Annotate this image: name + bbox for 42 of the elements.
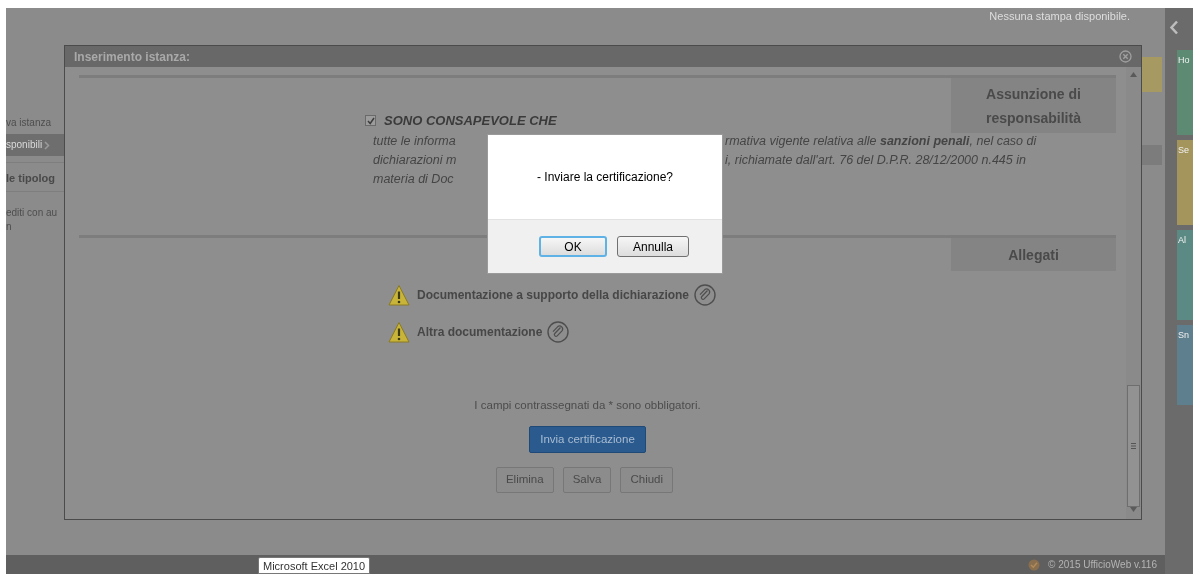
- close-icon[interactable]: [1119, 50, 1132, 63]
- action-button[interactable]: Elimina: [495, 467, 554, 493]
- checkmark-icon: [366, 116, 375, 125]
- action-button[interactable]: Chiudi: [620, 467, 674, 493]
- back-chevron-icon[interactable]: [1169, 20, 1179, 35]
- paragraph-text: materia di Doc: [373, 171, 454, 189]
- check-badge-icon: [1028, 558, 1041, 571]
- attachment-label: Altra documentazione: [417, 323, 543, 341]
- paperclip-icon[interactable]: [694, 283, 717, 306]
- tooltip: Microsoft Excel 2010: [258, 557, 371, 574]
- checkbox-label: SONO CONSAPEVOLE CHE: [384, 111, 557, 130]
- scrollbar[interactable]: [1126, 67, 1141, 519]
- section-header: Allegati: [951, 238, 1116, 271]
- menu-bar-item[interactable]: sponibili: [6, 134, 64, 156]
- tile[interactable]: Sn: [1177, 325, 1193, 405]
- warning-icon: [388, 283, 410, 306]
- paragraph-text: i, richiamate dall'art. 76 del D.P.R. 28/12/2000 n.445 in: [725, 152, 1026, 170]
- paragraph-text: dichiarazioni m: [373, 152, 457, 170]
- checkbox[interactable]: [365, 115, 376, 126]
- tile[interactable]: Ho: [1177, 50, 1193, 135]
- chevron-icon: [44, 140, 51, 150]
- paperclip-icon[interactable]: [547, 320, 570, 343]
- attachment-label: Documentazione a supporto della dichiarazione: [417, 286, 690, 304]
- dialog-button[interactable]: Annulla: [617, 236, 689, 257]
- section-header: Assunzione di responsabilità: [951, 78, 1116, 133]
- scroll-up-icon[interactable]: [1130, 72, 1137, 77]
- paragraph-text: tutte le informa: [373, 133, 456, 151]
- warning-icon: [388, 320, 410, 343]
- dialog-button[interactable]: OK: [539, 236, 607, 257]
- tile[interactable]: Se: [1177, 140, 1193, 225]
- action-button[interactable]: Salva: [562, 467, 612, 493]
- print-status: Nessuna stampa disponibile.: [989, 9, 1130, 24]
- menu-link[interactable]: va istanza: [6, 112, 64, 134]
- send-button[interactable]: Invia certificazione: [529, 426, 646, 453]
- modal-title: Inserimento istanza:: [74, 48, 191, 66]
- copyright-text: © 2015 UfficioWeb v.116: [1048, 558, 1157, 572]
- scroll-thumb[interactable]: [1127, 385, 1140, 507]
- confirm-message: - Inviare la certificazione?: [536, 169, 674, 186]
- paragraph-text: rmativa vigente relativa alle sanzioni penali, nel caso di: [725, 133, 1037, 151]
- grip-icon: [1131, 443, 1136, 449]
- background-tile: [1140, 57, 1162, 92]
- tile[interactable]: Al: [1177, 230, 1193, 320]
